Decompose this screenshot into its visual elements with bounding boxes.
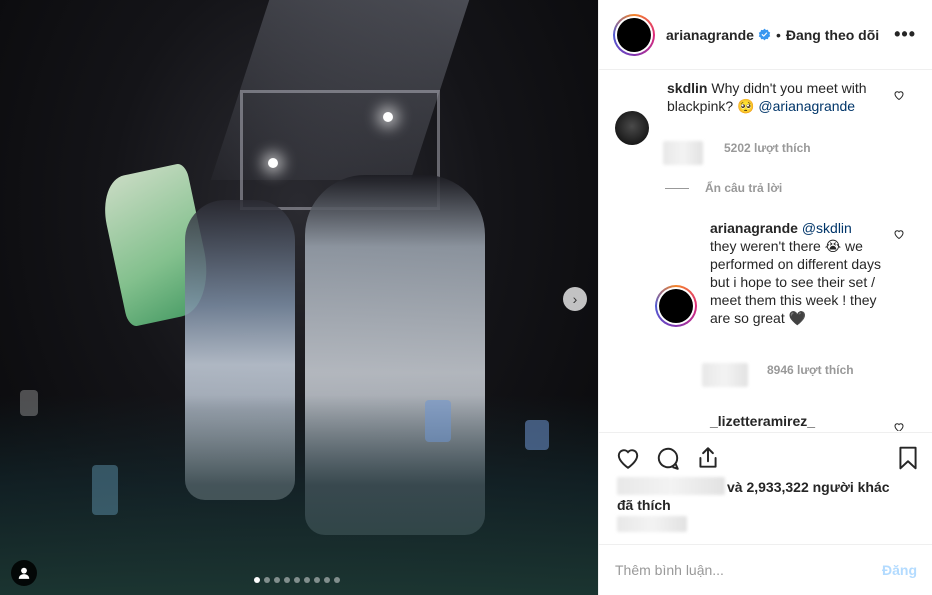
person-icon [18, 567, 30, 579]
follow-status-button[interactable]: Đang theo dõi [786, 27, 879, 43]
comment-likes[interactable]: 5202 lượt thích [724, 141, 811, 155]
like-reply-heart-icon[interactable] [893, 228, 905, 240]
comment-input[interactable] [615, 562, 882, 578]
reply-likes[interactable]: 8946 lượt thích [767, 363, 854, 377]
like-heart-icon[interactable] [615, 445, 641, 471]
post-side-panel: arianagrande • Đang theo dõi ••• skdlin … [598, 0, 932, 595]
post-actions: và 2,933,322 người khác đã thích [599, 432, 932, 544]
header-username[interactable]: arianagrande [666, 27, 754, 43]
like-comment-heart-icon[interactable] [893, 89, 905, 101]
crowd-phone [425, 400, 451, 442]
comment-bubble-icon[interactable] [655, 445, 681, 471]
carousel-dot [264, 577, 270, 583]
avatar-story-ring[interactable] [613, 13, 655, 56]
post-photo[interactable]: › [0, 0, 598, 595]
crowd [0, 395, 598, 595]
blurred-content [663, 141, 703, 165]
comments-list[interactable]: skdlin Why didn't you meet with blackpin… [599, 71, 932, 431]
comment-avatar[interactable] [615, 111, 649, 145]
more-options-icon[interactable]: ••• [894, 24, 916, 45]
carousel-dot [314, 577, 320, 583]
stage-light [268, 158, 278, 168]
add-comment-bar: Đăng [599, 544, 932, 595]
reply-text: arianagrande @skdlin they weren't there … [710, 219, 882, 327]
share-icon[interactable] [695, 445, 721, 471]
hide-replies-label: Ẩn câu trả lời [705, 181, 783, 195]
comment-username[interactable]: skdlin [667, 80, 707, 96]
carousel-next-button[interactable]: › [563, 287, 587, 311]
likes-liked: đã thích [617, 497, 671, 513]
crowd-phone [92, 465, 118, 515]
hide-replies-button[interactable]: Ẩn câu trả lời [665, 181, 782, 195]
like-comment-heart-icon[interactable] [893, 421, 905, 431]
action-icons [615, 445, 921, 471]
carousel-dot [274, 577, 280, 583]
blurred-content [617, 516, 687, 532]
crowd-phone [20, 390, 38, 416]
carousel-dot [294, 577, 300, 583]
carousel-dot [254, 577, 260, 583]
carousel-dot [284, 577, 290, 583]
divider [665, 187, 689, 189]
reply-avatar [659, 289, 693, 323]
likes-summary[interactable]: và 2,933,322 người khác đã thích [617, 478, 917, 514]
blurred-content [702, 363, 748, 387]
chevron-right-icon: › [572, 291, 578, 307]
reply-username[interactable]: arianagrande [710, 220, 798, 236]
carousel-dots [254, 577, 340, 583]
post-header: arianagrande • Đang theo dõi ••• [599, 0, 932, 70]
likes-others: và 2,933,322 người khác [727, 479, 890, 495]
reply-mention[interactable]: @skdlin [802, 220, 852, 236]
header-separator: • [775, 26, 781, 43]
bookmark-icon[interactable] [895, 445, 921, 471]
reply-avatar-story-ring[interactable] [655, 285, 697, 327]
carousel-dot [304, 577, 310, 583]
verified-badge-icon [758, 28, 771, 41]
carousel-dot [324, 577, 330, 583]
user-tag-button[interactable] [11, 560, 37, 586]
comment-mention[interactable]: @arianagrande [758, 98, 855, 114]
carousel-dot [334, 577, 340, 583]
avatar [617, 17, 651, 52]
comment-text: skdlin Why didn't you meet with blackpin… [667, 79, 895, 115]
reply-body: they weren't there 😭 we performed on dif… [710, 238, 881, 326]
stage-light [383, 112, 393, 122]
crowd-phone [525, 420, 549, 450]
post-button[interactable]: Đăng [882, 562, 917, 578]
next-comment-username[interactable]: _lizetteramirez_ [710, 413, 815, 429]
